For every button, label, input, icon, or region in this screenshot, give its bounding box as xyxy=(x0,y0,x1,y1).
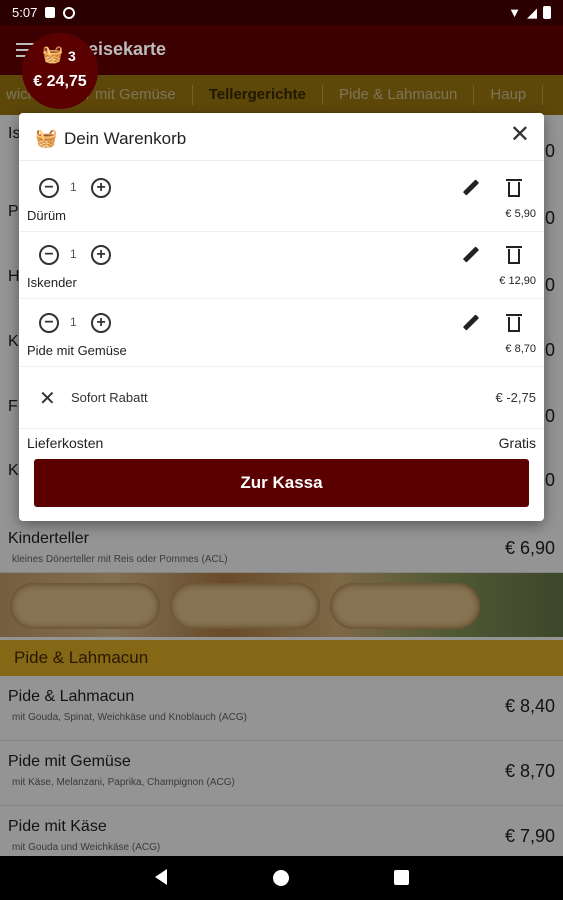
edit-icon[interactable] xyxy=(459,244,481,266)
delivery-label: Lieferkosten xyxy=(27,435,104,451)
cart-item: − 1 + Dürüm € 5,90 xyxy=(19,165,544,232)
edit-icon[interactable] xyxy=(459,177,481,199)
delete-icon[interactable] xyxy=(505,312,523,334)
cart-total: € 24,75 xyxy=(33,73,87,90)
sync-icon xyxy=(63,6,76,19)
item-name: Pide mit Gemüse xyxy=(27,343,127,358)
decrease-quantity-button[interactable]: − xyxy=(39,313,59,333)
delete-icon[interactable] xyxy=(505,177,523,199)
cart-item: − 1 + Iskender € 12,90 xyxy=(19,232,544,299)
status-bar: 5:07 ▼ ◢ xyxy=(0,0,563,25)
discount-label: Sofort Rabatt xyxy=(71,390,148,405)
increase-quantity-button[interactable]: + xyxy=(91,245,111,265)
wifi-icon: ▼ xyxy=(508,5,521,20)
page-title: eisekarte xyxy=(88,39,167,59)
status-time: 5:07 xyxy=(12,5,38,20)
delivery-row: Lieferkosten Gratis xyxy=(19,433,544,457)
edit-icon[interactable] xyxy=(459,312,481,334)
item-quantity: 1 xyxy=(70,180,77,194)
decrease-quantity-button[interactable]: − xyxy=(39,245,59,265)
item-quantity: 1 xyxy=(70,315,77,329)
item-name: Dürüm xyxy=(27,208,67,223)
discount-amount: € -2,75 xyxy=(495,390,536,405)
system-nav-bar xyxy=(0,856,563,900)
cart-item: − 1 + Pide mit Gemüse € 8,70 xyxy=(19,300,544,367)
dialog-header: 🧺 Dein Warenkorb ✕ xyxy=(19,113,544,161)
basket-icon: 🧺 xyxy=(35,128,58,148)
recent-apps-icon[interactable] xyxy=(394,870,409,885)
item-price: € 5,90 xyxy=(505,208,536,220)
notification-icon xyxy=(45,7,56,18)
back-icon[interactable] xyxy=(155,869,167,885)
item-quantity: 1 xyxy=(70,247,77,261)
remove-discount-icon[interactable]: ✕ xyxy=(39,386,56,411)
increase-quantity-button[interactable]: + xyxy=(91,178,111,198)
cart-badge[interactable]: 🧺 3 € 24,75 xyxy=(22,33,98,109)
decrease-quantity-button[interactable]: − xyxy=(39,178,59,198)
item-price: € 12,90 xyxy=(499,275,536,287)
cart-dialog: 🧺 Dein Warenkorb ✕ − 1 + Dürüm € 5,90 − … xyxy=(19,113,544,521)
delete-icon[interactable] xyxy=(505,244,523,266)
signal-icon: ◢ xyxy=(527,4,537,20)
item-price: € 8,70 xyxy=(505,343,536,355)
discount-row: ✕ Sofort Rabatt € -2,75 xyxy=(19,369,544,429)
battery-icon xyxy=(543,6,551,19)
delivery-cost: Gratis xyxy=(498,435,536,451)
cart-count: 3 xyxy=(68,48,76,64)
dialog-title: Dein Warenkorb xyxy=(64,129,187,148)
basket-icon: 🧺 xyxy=(42,45,64,64)
home-icon[interactable] xyxy=(273,870,289,886)
checkout-button[interactable]: Zur Kassa xyxy=(34,459,529,507)
item-name: Iskender xyxy=(27,275,77,290)
increase-quantity-button[interactable]: + xyxy=(91,313,111,333)
close-icon[interactable]: ✕ xyxy=(510,123,530,147)
